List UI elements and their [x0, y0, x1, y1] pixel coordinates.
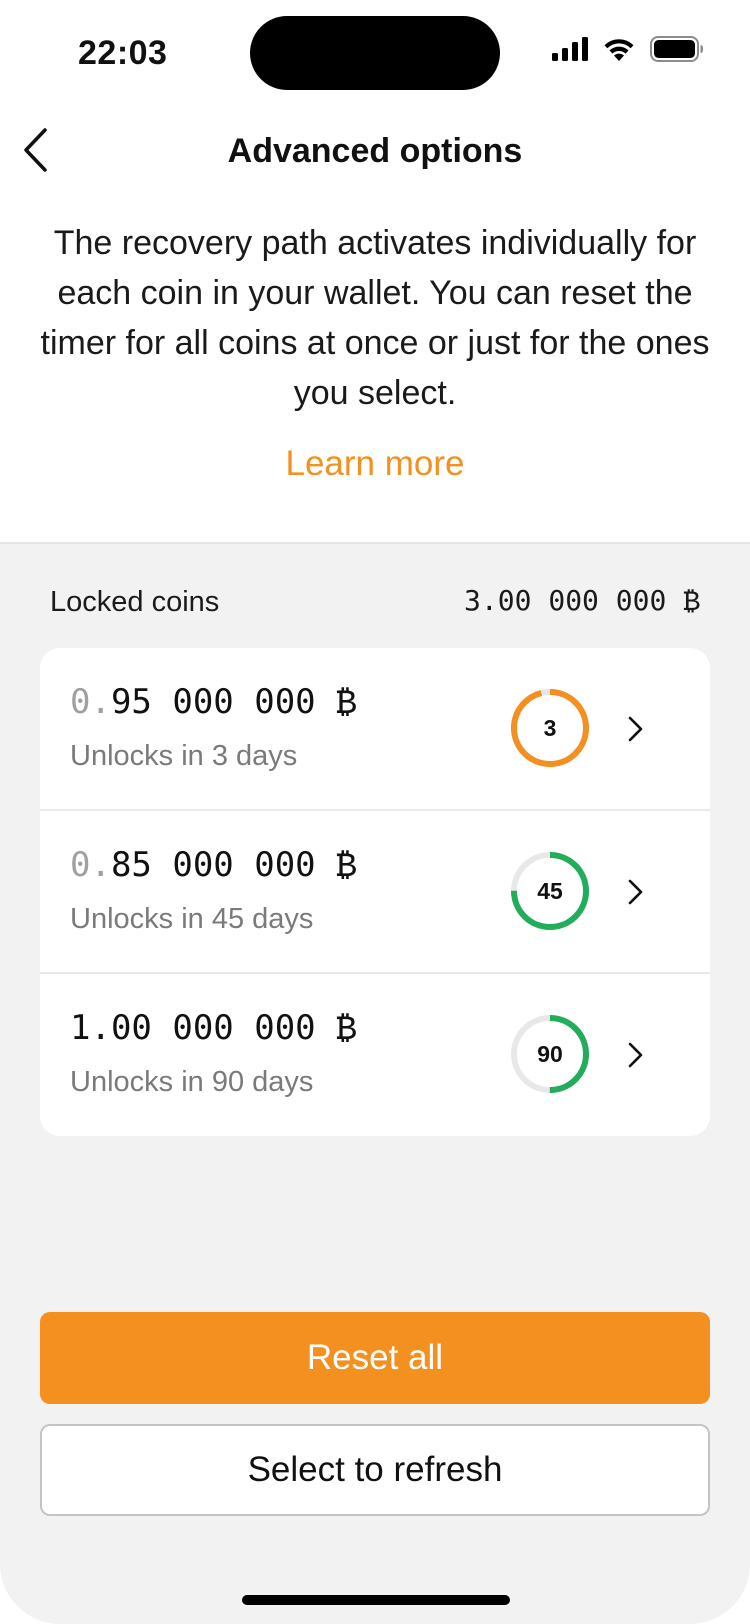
coin-amount-value: 95 000 000 ₿ [110, 682, 357, 722]
reset-all-button[interactable]: Reset all [40, 1312, 710, 1404]
header: Advanced options [0, 110, 750, 198]
cellular-signal-icon [552, 37, 588, 66]
timer-ring: 45 [508, 849, 592, 933]
coin-amount-lead: 0. [70, 845, 111, 885]
status-icons [552, 36, 704, 67]
coin-row[interactable]: 0.95 000 000 ₿ Unlocks in 3 days 3 [40, 648, 710, 809]
coin-unlock-text: Unlocks in 3 days [70, 740, 298, 772]
coin-amount-value: 85 000 000 ₿ [110, 845, 357, 885]
learn-more-link[interactable]: Learn more [0, 444, 750, 484]
status-time: 22:03 [78, 34, 168, 72]
coin-amount: 0.85 000 000 ₿ [70, 845, 357, 887]
timer-days: 45 [537, 877, 563, 904]
coin-row[interactable]: 0.85 000 000 ₿ Unlocks in 45 days 45 [40, 811, 710, 972]
timer-days: 90 [537, 1040, 563, 1067]
locked-coins-total: 3.00 000 000 ₿ [464, 584, 700, 617]
locked-coins-label: Locked coins [50, 586, 220, 618]
coin-list: 0.95 000 000 ₿ Unlocks in 3 days 3 0.85 … [40, 648, 710, 1136]
timer-ring: 90 [508, 1012, 592, 1096]
coin-amount: 0.95 000 000 ₿ [70, 682, 357, 724]
status-bar: 22:03 [0, 0, 750, 110]
coin-amount-lead: 0. [70, 682, 111, 722]
dynamic-island [250, 16, 500, 90]
coin-row[interactable]: 1.00 000 000 ₿ Unlocks in 90 days 90 [40, 974, 710, 1135]
wifi-icon [602, 36, 636, 67]
home-indicator [242, 1595, 510, 1605]
coin-amount-value: 1.00 000 000 ₿ [70, 1008, 357, 1048]
timer-days: 3 [543, 714, 557, 741]
battery-icon [650, 36, 704, 67]
select-to-refresh-button[interactable]: Select to refresh [40, 1424, 710, 1516]
coin-unlock-text: Unlocks in 45 days [70, 903, 314, 935]
timer-ring: 3 [508, 686, 592, 770]
coin-amount: 1.00 000 000 ₿ [70, 1008, 357, 1050]
chevron-right-icon [620, 877, 650, 907]
page-title: Advanced options [227, 132, 523, 170]
chevron-right-icon [620, 1040, 650, 1070]
intro-text: The recovery path activates individually… [40, 224, 710, 412]
screen: 22:03 Advanced options The recovery path… [0, 0, 750, 1624]
chevron-right-icon [620, 714, 650, 744]
coin-unlock-text: Unlocks in 90 days [70, 1066, 314, 1098]
